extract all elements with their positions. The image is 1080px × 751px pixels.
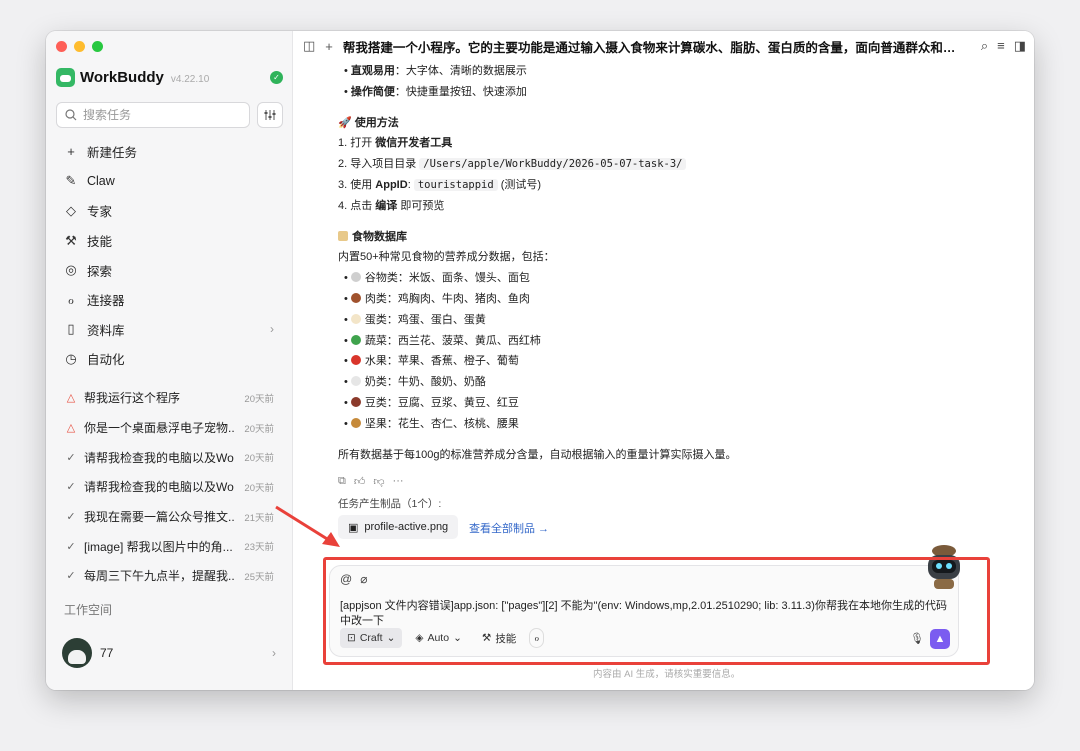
annotation-arrow <box>275 505 340 547</box>
